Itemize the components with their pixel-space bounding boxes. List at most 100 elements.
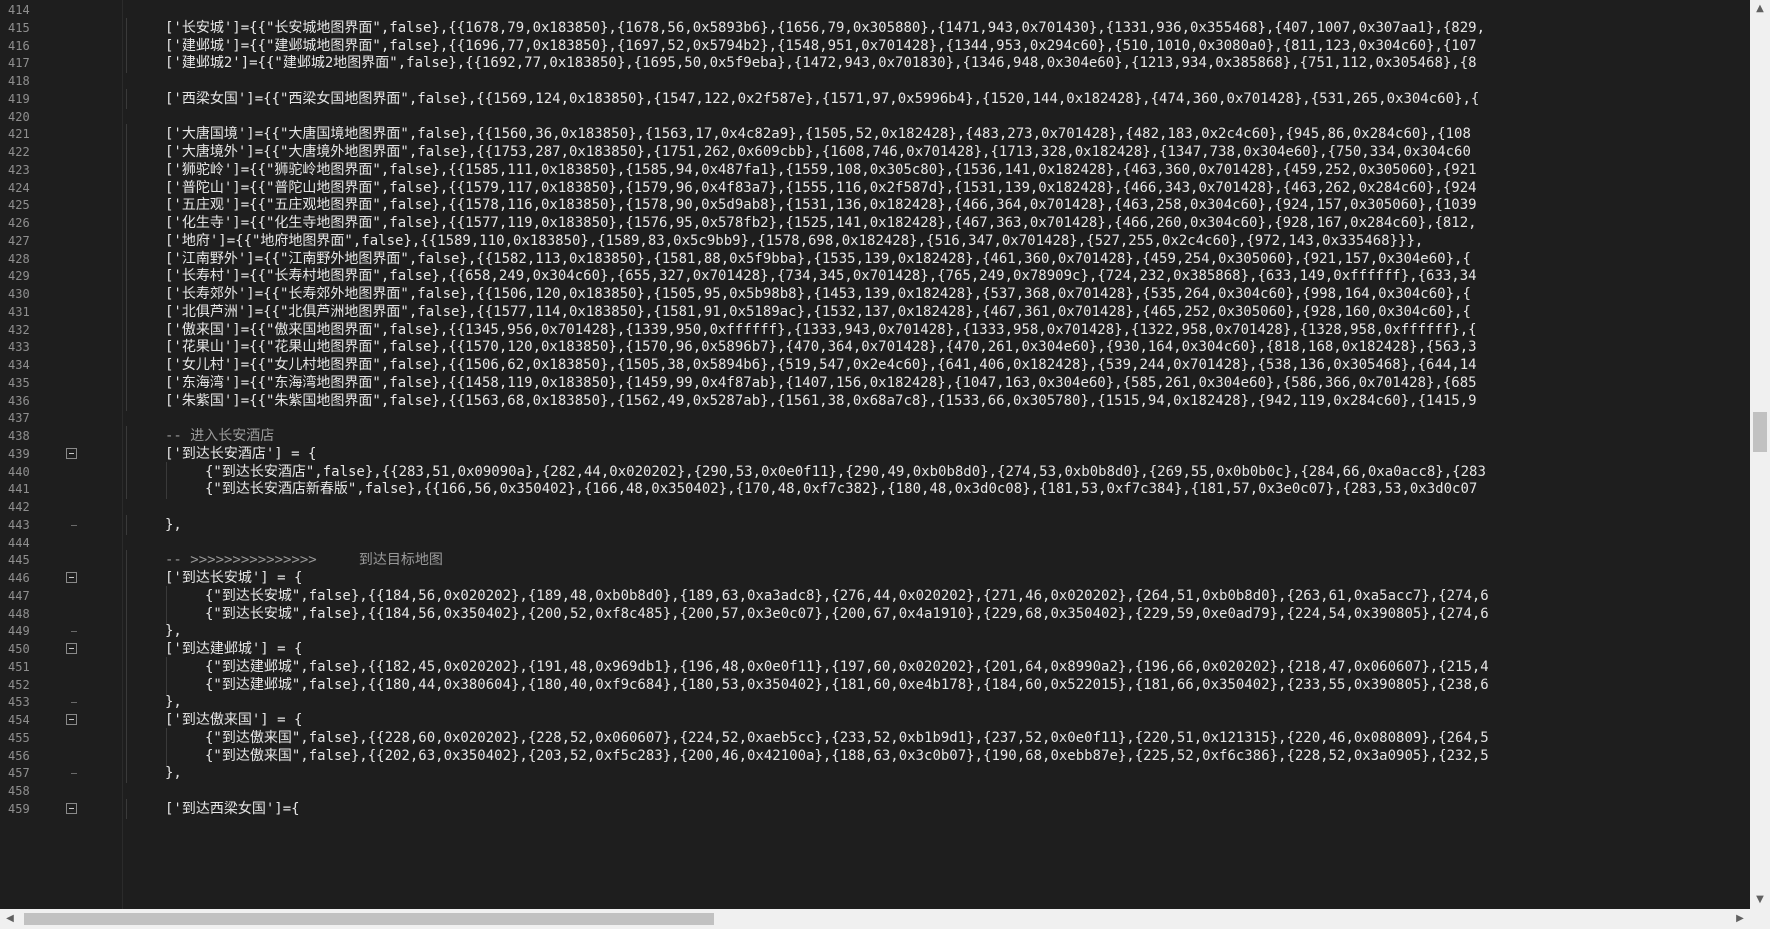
line-number: 457 <box>8 766 30 781</box>
code-text: {"到达傲来国",false},{{228,60,0x020202},{228,… <box>205 729 1489 746</box>
line-number: 423 <box>8 162 30 177</box>
line-number: 431 <box>8 304 30 319</box>
code-text: }, <box>165 623 182 640</box>
code-text: ['北俱芦洲']={{"北俱芦洲地图界面",false},{{1577,114,… <box>165 303 1471 320</box>
code-text: ['化生寺']={{"化生寺地图界面",false},{{1577,119,0x… <box>165 215 1477 231</box>
line-number: 418 <box>8 74 30 88</box>
code-text: }, <box>165 765 182 782</box>
horizontal-scroll-thumb[interactable] <box>24 913 714 925</box>
scrollbar-corner <box>1750 909 1770 929</box>
code-text: {"到达建邺城",false},{{182,45,0x020202},{191,… <box>205 658 1489 675</box>
line-number: 450 <box>8 642 30 656</box>
line-number: 454 <box>8 713 30 727</box>
fold-end-marker-icon <box>71 763 77 775</box>
line-number: 459 <box>8 801 30 816</box>
code-text: {"到达傲来国",false},{{202,63,0x350402},{203,… <box>205 747 1489 764</box>
fold-collapse-icon[interactable] <box>66 643 77 654</box>
line-number: 449 <box>8 624 30 639</box>
line-number: 435 <box>8 375 30 390</box>
line-number: 452 <box>8 677 30 692</box>
line-number: 451 <box>8 659 30 674</box>
line-number: 455 <box>8 730 30 745</box>
line-number: 425 <box>8 198 30 213</box>
vertical-scrollbar[interactable]: ▲ ▼ <box>1750 0 1770 909</box>
code-text: ['女儿村']={{"女儿村地图界面",false},{{1506,62,0x1… <box>165 357 1477 373</box>
code-text: {"到达长安酒店",false},{{283,51,0x09090a},{282… <box>205 463 1486 480</box>
code-text: ['西梁女国']={{"西梁女国地图界面",false},{{1569,124,… <box>165 90 1480 107</box>
code-text: ['到达西梁女国']={ <box>165 800 300 817</box>
code-text: }, <box>165 516 182 533</box>
line-number: 416 <box>8 38 30 53</box>
line-number: 414 <box>8 3 30 17</box>
code-text: ['到达傲来国'] = { <box>165 712 303 728</box>
line-number: 427 <box>8 233 30 248</box>
code-line[interactable]: 459 ['到达西梁女国']={ <box>0 798 1750 819</box>
indent-guide <box>126 798 127 819</box>
code-text: ['东海湾']={{"东海湾地图界面",false},{{1458,119,0x… <box>165 374 1477 391</box>
line-number: 430 <box>8 287 30 301</box>
line-number: 419 <box>8 91 30 106</box>
code-text: ['长寿郊外']={{"长寿郊外地图界面",false},{{1506,120,… <box>165 286 1471 302</box>
code-text: ['五庄观']={{"五庄观地图界面",false},{{1578,116,0x… <box>165 197 1477 214</box>
code-editor[interactable]: 414 415 ['长安城']={{"长安城地图界面",false},{{1678,… <box>0 0 1750 909</box>
line-number: 433 <box>8 340 30 355</box>
code-text: ['长寿村']={{"长寿村地图界面",false},{{658,249,0x3… <box>165 268 1477 285</box>
line-number: 437 <box>8 411 30 426</box>
code-text: ['狮驼岭']={{"狮驼岭地图界面",false},{{1585,111,0x… <box>165 161 1477 178</box>
code-text: }, <box>165 694 182 711</box>
line-number: 438 <box>8 429 30 443</box>
fold-end-marker-icon <box>71 692 77 704</box>
code-text: ['到达长安酒店'] = { <box>165 445 317 462</box>
code-text: ['江南野外']={{"江南野外地图界面",false},{{1582,113,… <box>165 250 1471 267</box>
code-text: ['地府']={{"地府地图界面",false},{{1589,110,0x18… <box>165 232 1424 249</box>
line-number: 426 <box>8 216 30 230</box>
line-number: 417 <box>8 56 30 71</box>
code-comment: -- >>>>>>>>>>>>>>> 到达目标地图 <box>165 552 443 569</box>
code-text: ['大唐国境']={{"大唐国境地图界面",false},{{1560,36,0… <box>165 126 1471 143</box>
scroll-down-arrow-icon[interactable]: ▼ <box>1750 891 1770 909</box>
fold-collapse-icon[interactable] <box>66 802 77 814</box>
vertical-scroll-thumb[interactable] <box>1753 412 1767 452</box>
fold-collapse-icon[interactable] <box>66 447 77 459</box>
line-number: 424 <box>8 180 30 195</box>
code-comment: -- 进入长安酒店 <box>165 428 275 444</box>
code-text: ['大唐境外']={{"大唐境外地图界面",false},{{1753,287,… <box>165 144 1471 160</box>
line-number: 446 <box>8 571 30 585</box>
line-number: 441 <box>8 482 30 497</box>
fold-collapse-icon[interactable] <box>66 714 77 725</box>
horizontal-scrollbar[interactable]: ◀ ▶ <box>0 909 1750 929</box>
line-number: 447 <box>8 588 30 603</box>
line-number: 453 <box>8 695 30 710</box>
line-number: 434 <box>8 358 30 372</box>
code-text: ['朱紫国']={{"朱紫国地图界面",false},{{1563,68,0x1… <box>165 392 1477 409</box>
line-number: 429 <box>8 269 30 284</box>
code-lines: 414 415 ['长安城']={{"长安城地图界面",false},{{1678,… <box>0 0 1750 909</box>
line-number: 421 <box>8 127 30 142</box>
code-text: ['建邺城']={{"建邺城地图界面",false},{{1696,77,0x1… <box>165 37 1477 54</box>
line-number: 444 <box>8 535 30 550</box>
code-text: ['到达长安城'] = { <box>165 570 303 586</box>
scroll-right-arrow-icon[interactable]: ▶ <box>1730 909 1750 929</box>
line-number: 440 <box>8 464 30 479</box>
code-text: ['普陀山']={{"普陀山地图界面",false},{{1579,117,0x… <box>165 179 1477 196</box>
line-number: 436 <box>8 393 30 408</box>
code-text: {"到达长安城",false},{{184,56,0x020202},{189,… <box>205 587 1489 604</box>
fold-end-marker-icon <box>71 515 77 526</box>
scroll-left-arrow-icon[interactable]: ◀ <box>0 909 20 929</box>
code-text: ['花果山']={{"花果山地图界面",false},{{1570,120,0x… <box>165 339 1477 356</box>
line-number: 448 <box>8 606 30 621</box>
line-number: 415 <box>8 20 30 35</box>
line-number: 445 <box>8 553 30 568</box>
line-number: 420 <box>8 109 30 124</box>
code-text: ['到达建邺城'] = { <box>165 641 303 657</box>
code-text: {"到达长安酒店新春版",false},{{166,56,0x350402},{… <box>205 481 1478 498</box>
line-number: 456 <box>8 748 30 763</box>
line-number: 442 <box>8 500 30 514</box>
code-text: ['长安城']={{"长安城地图界面",false},{{1678,79,0x1… <box>165 19 1486 36</box>
code-text: {"到达长安城",false},{{184,56,0x350402},{200,… <box>205 605 1489 622</box>
line-number: 443 <box>8 517 30 532</box>
fold-collapse-icon[interactable] <box>66 572 77 583</box>
scroll-up-arrow-icon[interactable]: ▲ <box>1750 0 1770 18</box>
line-number: 439 <box>8 446 30 461</box>
line-number: 428 <box>8 251 30 266</box>
